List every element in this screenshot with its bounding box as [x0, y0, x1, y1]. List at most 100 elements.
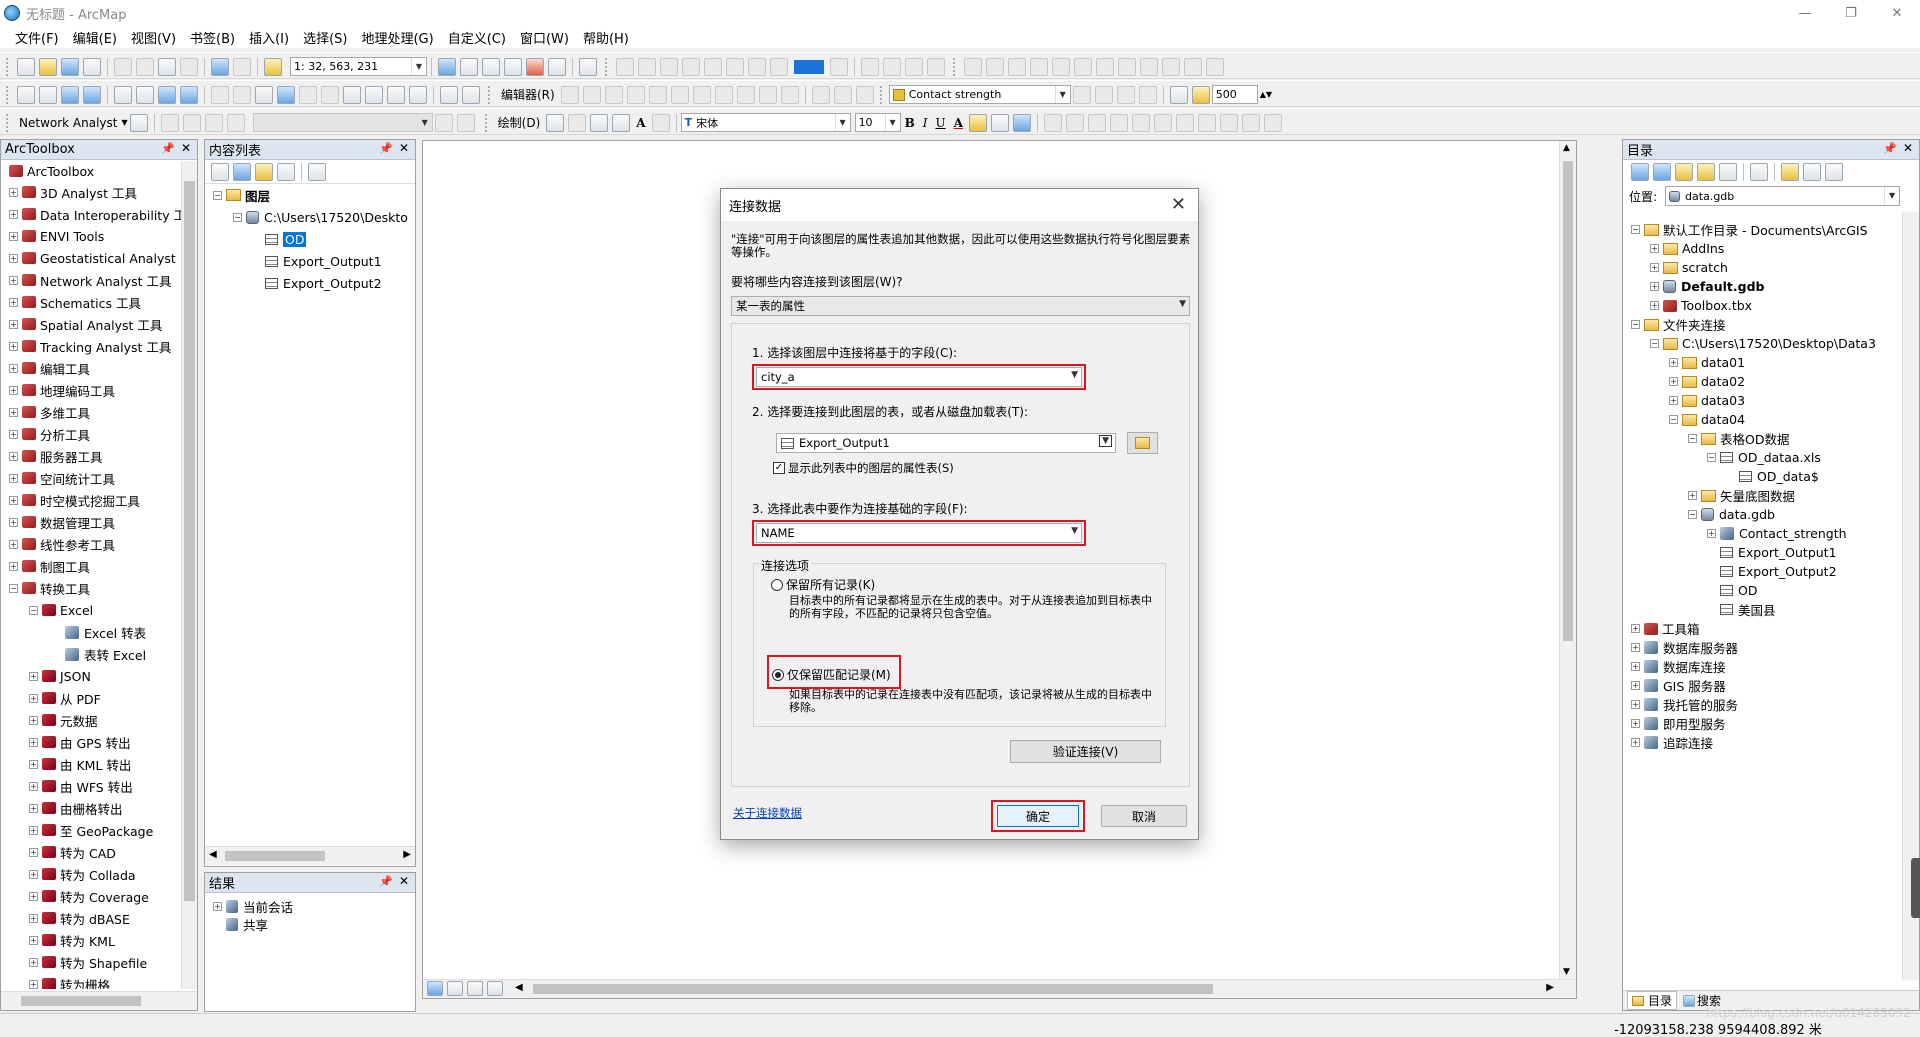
new-folder-icon[interactable]: [1781, 163, 1799, 181]
snap-tool-9-icon[interactable]: [1140, 57, 1158, 76]
ok-button[interactable]: 确定: [997, 805, 1079, 827]
select-network-location-icon[interactable]: [182, 113, 201, 132]
toolset-item[interactable]: + 转为 Collada: [1, 863, 181, 885]
catalog-tree-item[interactable]: OD_data$: [1623, 467, 1901, 486]
snap-tool-1-icon[interactable]: [964, 57, 982, 76]
html-popup-icon[interactable]: [321, 85, 339, 104]
network-identify-icon[interactable]: [456, 113, 475, 132]
list-by-source-icon[interactable]: [233, 162, 251, 181]
toolset-item[interactable]: + 转为 KML: [1, 929, 181, 951]
expand-icon[interactable]: +: [1631, 719, 1640, 728]
scroll-right-icon[interactable]: ▶: [403, 849, 411, 860]
toc-window-icon[interactable]: [460, 57, 478, 76]
expand-icon[interactable]: +: [1650, 263, 1659, 272]
layout-tool-1-icon[interactable]: [616, 57, 634, 76]
views-icon[interactable]: [1750, 163, 1768, 181]
expand-icon[interactable]: +: [9, 495, 18, 505]
scroll-left-icon[interactable]: ◀: [209, 849, 217, 860]
go-to-xy-icon[interactable]: [409, 85, 427, 104]
toolbox-item[interactable]: +3D Analyst 工具: [1, 181, 181, 203]
toolbox-item[interactable]: + 服务器工具: [1, 445, 181, 467]
scroll-right-icon[interactable]: ▶: [1546, 982, 1554, 993]
scroll-down-icon[interactable]: ▼: [1563, 967, 1570, 977]
split-icon[interactable]: [758, 85, 777, 104]
catalog-window-icon[interactable]: [482, 57, 500, 76]
expand-icon[interactable]: +: [1631, 700, 1640, 709]
expand-icon[interactable]: +: [9, 451, 18, 461]
cut-icon[interactable]: [114, 57, 132, 76]
menu-geoprocessing[interactable]: 地理处理(G): [354, 28, 440, 47]
collapse-icon[interactable]: −: [9, 583, 18, 593]
time-slider-icon[interactable]: [440, 85, 458, 104]
radio-unselected-icon[interactable]: [771, 578, 783, 591]
straight-segment-icon[interactable]: [604, 85, 623, 104]
expand-icon[interactable]: +: [9, 341, 18, 351]
zoom-to-element-icon[interactable]: [590, 113, 609, 132]
snap-tool-2-icon[interactable]: [986, 57, 1004, 76]
draw-tool-3-icon[interactable]: [1087, 113, 1106, 132]
snap-tool-12-icon[interactable]: [1206, 57, 1224, 76]
snap-tool-11-icon[interactable]: [1184, 57, 1202, 76]
marker-color-icon[interactable]: [1012, 113, 1031, 132]
draw-tool-4-icon[interactable]: [1109, 113, 1128, 132]
network-layer-combo[interactable]: ▼: [252, 113, 433, 132]
expand-icon[interactable]: +: [213, 901, 222, 911]
toggle-contents-icon[interactable]: [1803, 163, 1821, 181]
pan-icon[interactable]: [61, 85, 79, 104]
scroll-thumb[interactable]: [1563, 161, 1573, 641]
create-viewer-icon[interactable]: [462, 85, 480, 104]
forward-icon[interactable]: [1653, 163, 1671, 181]
toolset-item[interactable]: + 转为 CAD: [1, 841, 181, 863]
toolbox-item[interactable]: + 时空模式挖掘工具: [1, 489, 181, 511]
close-icon[interactable]: ✕: [181, 141, 191, 155]
color-swatch[interactable]: [794, 59, 824, 74]
arctoolbox-vscroll[interactable]: [181, 161, 197, 989]
edit-vertices-draw-icon[interactable]: [651, 113, 670, 132]
toolset-item[interactable]: + 由 WFS 转出: [1, 775, 181, 797]
toolbox-item[interactable]: + Data Interoperability 工: [1, 203, 181, 225]
toolbox-item[interactable]: − 转换工具: [1, 577, 181, 599]
pin-icon[interactable]: 📌: [379, 875, 393, 888]
layout-tool-9-icon[interactable]: [830, 57, 848, 76]
expand-icon[interactable]: +: [1650, 301, 1659, 310]
radio-selected-icon[interactable]: [772, 668, 784, 681]
network-analyst-menu[interactable]: Network Analyst: [15, 116, 121, 130]
menu-bookmarks[interactable]: 书签(B): [183, 28, 242, 47]
cut-polygons-icon[interactable]: [736, 85, 755, 104]
expand-icon[interactable]: +: [9, 517, 18, 527]
catalog-tree-item[interactable]: − data.gdb: [1623, 505, 1901, 524]
minimize-button[interactable]: —: [1782, 0, 1828, 26]
toolbox-item[interactable]: + 线性参考工具: [1, 533, 181, 555]
expand-icon[interactable]: +: [29, 759, 38, 769]
catalog-tree-item[interactable]: + Toolbox.tbx: [1623, 296, 1901, 315]
draw-menu[interactable]: 绘制(D): [494, 114, 545, 131]
delete-icon[interactable]: [180, 57, 198, 76]
toc-table-od[interactable]: OD: [205, 228, 415, 250]
create-network-location-icon[interactable]: [160, 113, 179, 132]
edit-tool-icon[interactable]: [560, 85, 579, 104]
toolbox-item[interactable]: + 空间统计工具: [1, 467, 181, 489]
back-icon[interactable]: [1631, 163, 1649, 181]
toolbox-item[interactable]: + 分析工具: [1, 423, 181, 445]
zoom-out-icon[interactable]: [39, 85, 57, 104]
tool-excel-to-table[interactable]: Excel 转表: [1, 621, 181, 643]
toolbox-item[interactable]: + Geostatistical Analyst: [1, 247, 181, 269]
expand-icon[interactable]: +: [9, 297, 18, 307]
catalog-tree-item[interactable]: + 矢量底图数据: [1623, 486, 1901, 505]
search-window-icon[interactable]: [504, 57, 522, 76]
toolset-item[interactable]: + 转为 dBASE: [1, 907, 181, 929]
toolbox-item[interactable]: + Spatial Analyst 工具: [1, 313, 181, 335]
attributes-icon[interactable]: [811, 85, 830, 104]
collapse-icon[interactable]: −: [29, 605, 38, 615]
catalog-tree-item[interactable]: − 文件夹连接: [1623, 315, 1901, 334]
point-icon[interactable]: [670, 85, 689, 104]
lock-scale-icon[interactable]: [1191, 85, 1210, 104]
cancel-button[interactable]: 取消: [1101, 805, 1187, 827]
layout-view-icon[interactable]: [447, 981, 463, 996]
data-view-icon[interactable]: [427, 981, 443, 996]
hyperlink-icon[interactable]: [299, 85, 317, 104]
draw-tool-8-icon[interactable]: [1197, 113, 1216, 132]
toolset-item[interactable]: + 元数据: [1, 709, 181, 731]
edit-vertices-icon[interactable]: [692, 85, 711, 104]
expand-icon[interactable]: +: [1631, 662, 1640, 671]
